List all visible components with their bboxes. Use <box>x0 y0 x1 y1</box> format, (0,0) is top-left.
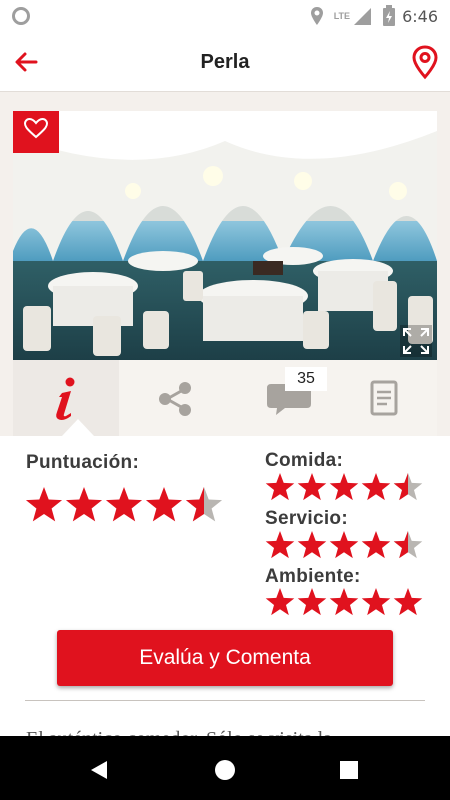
signal-icon <box>354 8 372 25</box>
food-rating-label: Comida: <box>265 450 344 471</box>
star-icon <box>65 487 103 522</box>
page-title: Perla <box>200 51 250 73</box>
star-icon <box>25 487 63 522</box>
star-icon <box>297 531 327 559</box>
app-screen: LTE 6:46 Perla 35 Puntuación: Comida: Se… <box>0 0 450 800</box>
star-icon <box>265 531 295 559</box>
star-icon <box>329 588 359 616</box>
star-icon <box>185 487 223 522</box>
status-time: 6:46 <box>402 6 438 26</box>
ambience-rating-label: Ambiente: <box>265 566 361 587</box>
status-bar: LTE 6:46 <box>0 0 450 32</box>
nav-back-icon[interactable] <box>91 761 107 779</box>
overall-rating-label: Puntuación: <box>26 452 140 473</box>
star-icon <box>329 531 359 559</box>
favorite-badge[interactable] <box>13 111 59 153</box>
active-tab-pointer <box>62 419 94 436</box>
star-icon <box>297 473 327 501</box>
star-icon <box>393 473 423 501</box>
star-icon <box>361 473 391 501</box>
star-icon <box>393 588 423 616</box>
nav-recents-icon[interactable] <box>340 761 358 779</box>
overall-rating-stars <box>25 487 223 522</box>
fullscreen-icon[interactable] <box>400 325 432 357</box>
rate-and-comment-button[interactable]: Evalúa y Comenta <box>57 630 393 686</box>
star-icon <box>361 588 391 616</box>
service-rating-label: Servicio: <box>265 508 348 529</box>
document-icon <box>370 380 398 416</box>
food-rating-stars <box>265 473 423 501</box>
star-icon <box>297 588 327 616</box>
nav-home-icon[interactable] <box>215 760 235 780</box>
comments-count: 35 <box>297 370 315 387</box>
tab-share[interactable] <box>119 360 225 436</box>
star-icon <box>329 473 359 501</box>
tab-comments[interactable]: 35 <box>225 360 331 436</box>
app-header: Perla <box>0 32 450 92</box>
service-rating-stars <box>265 531 423 559</box>
star-icon <box>265 588 295 616</box>
tab-menu[interactable] <box>331 360 437 436</box>
divider <box>25 700 425 701</box>
nav-buttons <box>91 760 358 780</box>
star-icon <box>393 531 423 559</box>
restaurant-photo[interactable] <box>13 111 437 360</box>
star-icon <box>361 531 391 559</box>
star-icon <box>145 487 183 522</box>
star-icon <box>265 473 295 501</box>
star-icon <box>105 487 143 522</box>
system-nav-bar <box>0 736 450 800</box>
ambience-rating-stars <box>265 588 423 616</box>
share-icon <box>159 382 191 416</box>
map-pin-icon[interactable] <box>410 44 440 80</box>
network-type: LTE <box>333 11 351 21</box>
notification-icon <box>12 7 30 25</box>
heart-icon[interactable] <box>13 111 59 153</box>
location-status-icon <box>310 7 323 25</box>
battery-icon <box>383 5 396 26</box>
